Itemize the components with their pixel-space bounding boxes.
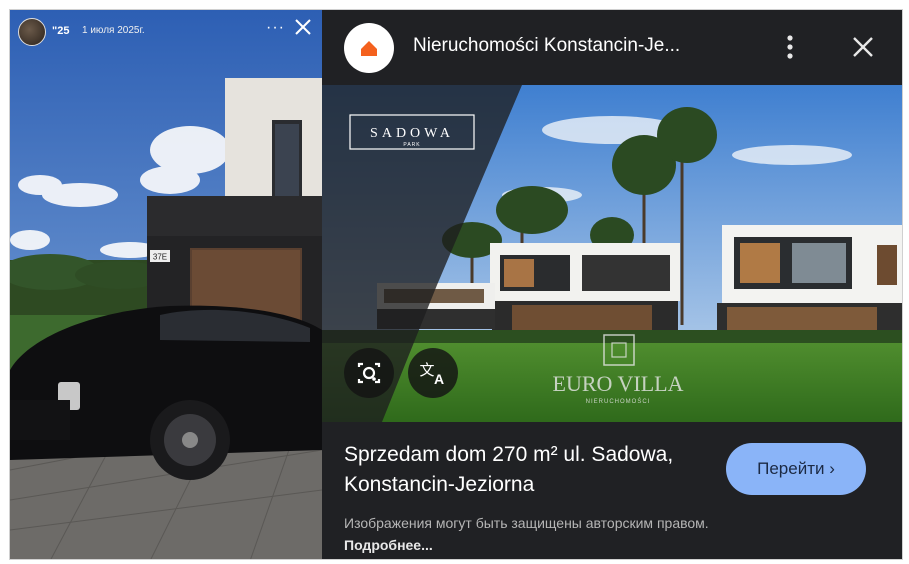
translate-icon: 文 A: [419, 361, 444, 387]
euro-villa-text: EURO VILLA: [553, 371, 684, 396]
svg-text:A: A: [434, 371, 444, 387]
close-icon[interactable]: [850, 34, 876, 60]
copyright-disclaimer: Изображения могут быть защищены авторски…: [344, 512, 774, 556]
chevron-right-icon: ›: [829, 459, 835, 478]
site-title[interactable]: Nieruchomości Konstancin-Je...: [413, 35, 680, 57]
story-photo: 37E: [10, 10, 322, 559]
euro-villa-subtext: NIERUCHOMOŚCI: [586, 397, 651, 405]
svg-text:文: 文: [419, 361, 434, 379]
sadowa-logo-subtext: PARK: [403, 142, 420, 148]
avatar[interactable]: [18, 18, 46, 46]
more-vert-icon[interactable]: [780, 32, 800, 62]
translate-button[interactable]: 文 A: [408, 348, 458, 398]
house-number: 37E: [153, 253, 167, 262]
go-button-label: Перейти: [757, 459, 825, 478]
story-username[interactable]: "25: [52, 25, 69, 37]
result-title[interactable]: Sprzedam dom 270 m² ul. Sadowa, Konstanc…: [344, 440, 704, 500]
screenshot-frame: 37E "25 1 июля 2025г. ··· Nieruchomości …: [9, 9, 903, 560]
panel-header: Nieruchomości Konstancin-Je...: [322, 10, 902, 85]
story-date: 1 июля 2025г.: [82, 25, 145, 36]
house-icon: [361, 41, 377, 56]
more-options-button[interactable]: ···: [266, 19, 285, 37]
lens-camera-icon: [357, 362, 381, 384]
lens-result-panel: Nieruchomości Konstancin-Je... SADOWA PA…: [322, 10, 902, 559]
sadowa-logo-text: SADOWA: [370, 126, 454, 141]
go-button[interactable]: Перейти ›: [726, 443, 866, 495]
story-header: "25 1 июля 2025г. ···: [10, 10, 322, 54]
search-image-button[interactable]: [344, 348, 394, 398]
site-favicon: [344, 23, 394, 73]
learn-more-link[interactable]: Подробнее...: [344, 537, 433, 553]
close-icon[interactable]: [292, 16, 314, 38]
story-view: 37E "25 1 июля 2025г. ···: [10, 10, 322, 559]
disclaimer-text: Изображения могут быть защищены авторски…: [344, 515, 709, 531]
